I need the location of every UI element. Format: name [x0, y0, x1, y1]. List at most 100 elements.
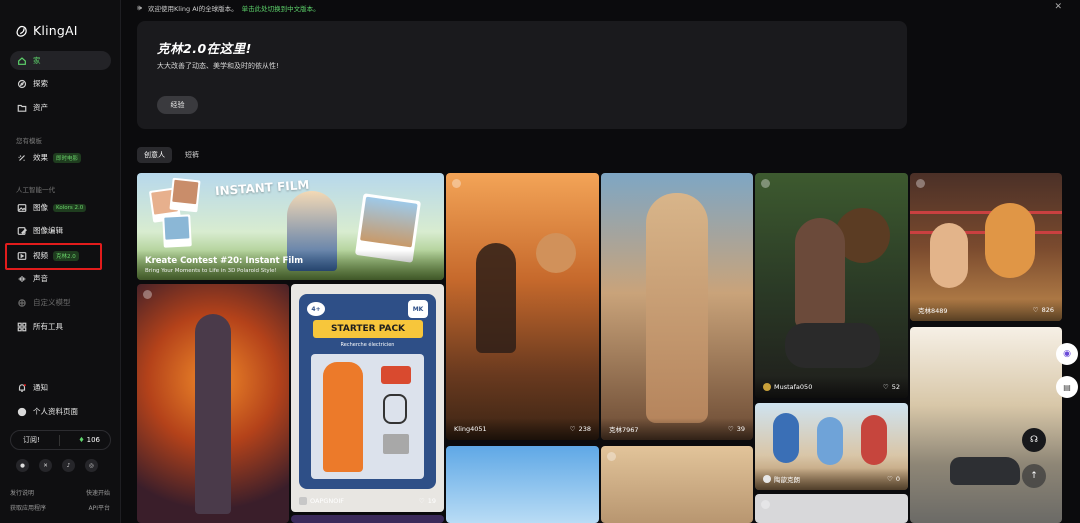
tiktok-icon[interactable]: ♪	[62, 459, 75, 472]
kid-figure	[817, 417, 843, 465]
card-likes[interactable]: ♡ 19	[419, 497, 436, 505]
sidebar-item-label: 所有工具	[33, 322, 63, 331]
card-meta: Mustafa050 ♡ 52	[755, 376, 908, 398]
username: 陶歆克朗	[774, 476, 800, 484]
sidebar-item-label: 图像编辑	[33, 226, 63, 235]
sidebar-item-profile[interactable]: 个人资料页面	[10, 402, 111, 421]
heart-icon: ♡	[882, 383, 889, 391]
sidebar-item-assets[interactable]: 资产	[10, 98, 111, 117]
username: Kling4051	[454, 425, 487, 433]
tab-creators[interactable]: 创意人	[137, 147, 172, 163]
gallery-card[interactable]: 克林7967 ♡ 39	[601, 173, 753, 440]
heart-icon: ♡	[1032, 306, 1039, 314]
sidebar-item-explore[interactable]: 探索	[10, 74, 111, 93]
video-icon	[607, 452, 616, 461]
speaker-icon: 🕪	[137, 2, 143, 12]
sidebar-item-notifications[interactable]: 通知	[10, 378, 111, 397]
card-likes[interactable]: ♡ 0	[887, 475, 900, 483]
hero-button[interactable]: 经验	[157, 96, 198, 114]
release-notes-link[interactable]: 发行说明	[10, 488, 34, 497]
gallery-card[interactable]: 陶歆克朗 ♡ 0	[755, 403, 908, 490]
sidebar-item-label: 资产	[33, 103, 48, 112]
gallery-card[interactable]	[910, 327, 1062, 523]
credit-drop-icon: ♦	[78, 436, 85, 444]
video-icon	[17, 251, 27, 261]
sidebar-item-sound[interactable]: 声音	[10, 269, 111, 288]
get-app-link[interactable]: 获取应用程序	[10, 503, 46, 512]
video-icon	[143, 290, 152, 299]
sidebar-item-image[interactable]: 图像 Kolors 2.0	[10, 198, 111, 217]
card-likes[interactable]: ♡ 826	[1033, 306, 1054, 314]
sidebar-item-label: 图像	[33, 203, 48, 212]
footer-links-row: 获取应用程序 API平台	[10, 503, 110, 512]
assistant-bot-icon[interactable]: ◉	[1056, 343, 1078, 365]
card-meta: 克林8489 ♡ 826	[910, 299, 1062, 321]
footer-links-row: 发行说明 快速开始	[10, 488, 110, 497]
sidebar-item-label: 个人资料页面	[33, 407, 78, 416]
sound-wave-icon	[17, 274, 27, 284]
headset-icon[interactable]: ☊	[1022, 428, 1046, 452]
banner-link[interactable]: 单击此处切换到中文版本。	[242, 3, 320, 13]
card-likes[interactable]: ♡ 52	[883, 383, 900, 391]
gallery-card[interactable]: 克林8489 ♡ 826	[910, 173, 1062, 321]
sidebar-item-all-tools[interactable]: 所有工具	[10, 317, 111, 336]
sidebar-item-image-edit[interactable]: 图像编辑	[10, 221, 111, 240]
document-icon[interactable]: ▤	[1056, 376, 1078, 398]
contest-subtitle: Bring Your Moments to Life in 3D Polaroi…	[145, 268, 277, 274]
home-icon	[17, 56, 27, 66]
hero-card: 克林2.0在这里! 大大改善了动态、美学和及时的依从性! 经验	[137, 21, 907, 129]
like-count: 39	[736, 425, 745, 433]
mk-badge: MK	[408, 300, 428, 318]
baby-figure	[930, 223, 968, 288]
gallery-card[interactable]	[291, 515, 444, 523]
gallery-card[interactable]: Kling4051 ♡ 238	[446, 173, 599, 440]
contest-card[interactable]: INSTANT FILM Kreate Contest #20: Instant…	[137, 173, 444, 280]
image-edit-icon	[17, 226, 27, 236]
subscribe-bar[interactable]: 订阅! ♦ 106	[10, 430, 111, 450]
like-count: 19	[427, 497, 436, 505]
kid-figure	[773, 413, 799, 463]
portrait-figure	[646, 193, 708, 423]
discord-icon[interactable]: ●	[16, 459, 29, 472]
x-icon[interactable]: ✕	[39, 459, 52, 472]
gallery-card[interactable]	[601, 446, 753, 523]
heart-icon: ♡	[418, 497, 425, 505]
card-likes[interactable]: ♡ 238	[570, 425, 591, 433]
tab-shorts[interactable]: 短裤	[178, 147, 206, 163]
gallery-card[interactable]: Mustafa050 ♡ 52	[755, 173, 908, 398]
subscribe-button[interactable]: 订阅!	[23, 435, 40, 445]
motorcycle-image	[785, 323, 880, 368]
sidebar-item-home[interactable]: 家	[10, 51, 111, 70]
sidebar-item-effects[interactable]: 效果 即时电影	[10, 148, 111, 167]
quick-start-link[interactable]: 快速开始	[86, 488, 110, 497]
hero-subtitle: 大大改善了动态、美学和及时的依从性!	[157, 62, 279, 70]
card-meta: Kling4051 ♡ 238	[446, 418, 599, 440]
close-icon[interactable]: ✕	[1054, 2, 1062, 12]
contest-meta: Kreate Contest #20: Instant Film Bring Y…	[137, 250, 444, 280]
gallery-card[interactable]	[446, 446, 599, 523]
compass-icon	[17, 79, 27, 89]
gallery-card[interactable]: 4+ MK STARTER PACK Recherche électricien…	[291, 284, 444, 512]
video-icon	[452, 179, 461, 188]
card-likes[interactable]: ♡ 39	[728, 425, 745, 433]
instagram-icon[interactable]: ◎	[85, 459, 98, 472]
image-badge: Kolors 2.0	[53, 203, 87, 212]
username: Mustafa050	[774, 383, 813, 391]
gallery-card[interactable]	[755, 494, 908, 523]
avatar	[17, 407, 27, 417]
gallery-tabs: 创意人 短裤	[137, 147, 206, 163]
sidebar-item-label: 家	[33, 56, 41, 65]
video-icon	[761, 179, 770, 188]
api-platform-link[interactable]: API平台	[89, 503, 111, 512]
sidebar-item-video[interactable]: 视频 克林2.0	[10, 246, 111, 265]
sidebar-item-custom-model[interactable]: 自定义模型	[10, 293, 111, 312]
polaroid-image	[169, 177, 201, 213]
scroll-top-icon[interactable]: ↑	[1022, 464, 1046, 488]
logo[interactable]: KlingAI	[15, 23, 78, 38]
cat-image	[985, 203, 1035, 278]
effects-badge: 即时电影	[53, 152, 82, 163]
gallery-card[interactable]	[137, 284, 289, 523]
username: 克林8489	[918, 307, 948, 315]
card-user: 克林7967	[609, 424, 639, 434]
grid-icon	[17, 322, 27, 332]
